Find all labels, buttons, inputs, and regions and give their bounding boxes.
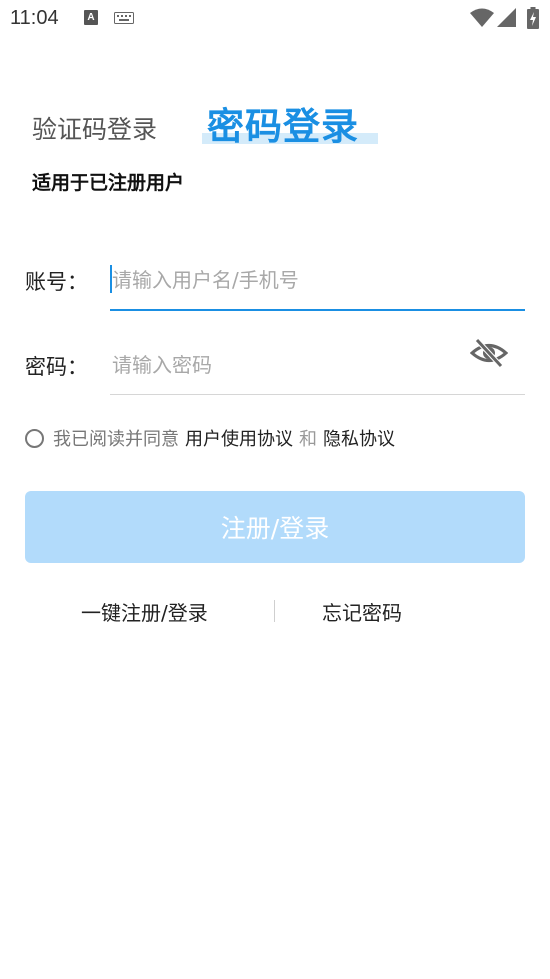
password-label: 密码： [25, 355, 88, 379]
password-input[interactable] [110, 343, 460, 387]
keyboard-icon [114, 12, 134, 24]
user-agreement-link[interactable]: 用户使用协议 [185, 425, 293, 451]
signal-icon [497, 8, 516, 27]
status-bar: 11:04 A [0, 0, 550, 38]
notification-a-icon: A [84, 10, 98, 25]
account-input[interactable] [110, 258, 525, 302]
agreement-prefix: 我已阅读并同意 [53, 429, 179, 450]
forgot-password-link[interactable]: 忘记密码 [322, 597, 402, 626]
text-caret [110, 265, 112, 293]
account-underline [110, 309, 525, 311]
register-login-button[interactable]: 注册/登录 [25, 491, 525, 563]
agreement-row: 我已阅读并同意 用户使用协议 和 隐私协议 [25, 425, 395, 451]
password-underline [110, 394, 525, 395]
tab-password-login[interactable]: 密码登录 [207, 96, 359, 150]
agreement-conjunction: 和 [299, 429, 317, 450]
wifi-icon [470, 8, 494, 27]
account-label: 账号： [25, 270, 88, 294]
battery-charging-icon [527, 7, 539, 29]
status-time: 11:04 [10, 7, 59, 29]
login-page: 11:04 A 验证码登录 密码登录 适用于已注册用户 账号： 密码： [0, 0, 550, 979]
password-visibility-toggle[interactable] [469, 336, 509, 370]
eye-off-icon [469, 338, 509, 368]
agreement-radio[interactable] [25, 428, 44, 448]
privacy-policy-link[interactable]: 隐私协议 [323, 425, 395, 451]
tab-sms-login[interactable]: 验证码登录 [32, 110, 157, 146]
one-key-register-login-link[interactable]: 一键注册/登录 [81, 597, 208, 626]
link-divider [274, 600, 275, 622]
subtitle: 适用于已注册用户 [32, 172, 185, 194]
